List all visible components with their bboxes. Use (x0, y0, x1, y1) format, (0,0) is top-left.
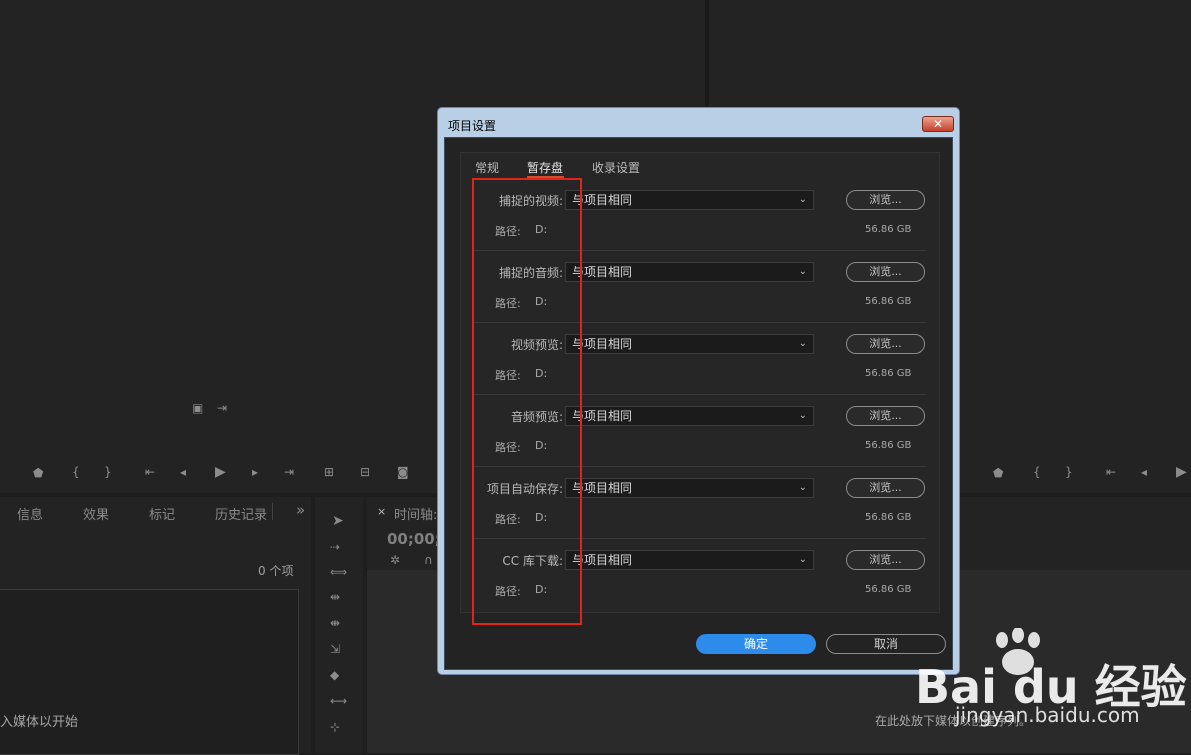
insert-icon[interactable]: ⊞ (324, 465, 334, 479)
audio-preview-size: 56.86 GB (865, 440, 912, 451)
export-frame-icon[interactable]: ▣ (192, 401, 203, 415)
rolling-edit-tool-icon[interactable]: ⇹ (330, 590, 340, 604)
close-icon: ✕ (932, 117, 944, 131)
tab-scratch-disks[interactable]: 暂存盘 (527, 159, 563, 176)
slide-tool-icon[interactable]: ⟷ (330, 694, 347, 708)
camera-icon[interactable]: ◙ (397, 465, 409, 479)
audio-preview-select[interactable]: 与项目相同 ⌄ (565, 406, 814, 426)
tab-ingest-settings[interactable]: 收录设置 (592, 159, 640, 176)
video-preview-select[interactable]: 与项目相同 ⌄ (565, 334, 814, 354)
captured-video-size: 56.86 GB (865, 224, 912, 235)
program-go-to-in-icon[interactable]: ⇤ (1106, 465, 1116, 479)
ok-button[interactable]: 确定 (696, 634, 816, 654)
audio-preview-browse-button[interactable]: 浏览... (846, 406, 925, 426)
chevron-down-icon: ⌄ (798, 194, 807, 205)
video-preview-browse-button[interactable]: 浏览... (846, 334, 925, 354)
step-forward-icon[interactable]: ▸ (252, 465, 258, 479)
captured-audio-size: 56.86 GB (865, 296, 912, 307)
mark-in-icon[interactable]: { (72, 465, 80, 479)
cc-library-size: 56.86 GB (865, 584, 912, 595)
settings-arrows-icon[interactable]: ⇥ (217, 401, 227, 415)
slip-tool-icon[interactable]: ◆ (330, 668, 339, 682)
auto-save-size: 56.86 GB (865, 512, 912, 523)
tab-markers[interactable]: 标记 (149, 504, 175, 523)
program-marker-icon[interactable]: ⬟ (993, 466, 1003, 480)
chevron-down-icon: ⌄ (798, 482, 807, 493)
go-to-out-icon[interactable]: ⇥ (284, 465, 294, 479)
selection-tool-icon[interactable]: ➤ (332, 513, 344, 529)
pen-tool-icon[interactable]: ⊹ (330, 720, 340, 734)
item-count: 0 个项 (258, 564, 294, 578)
tab-divider (272, 503, 273, 520)
highlight-annotation (472, 178, 582, 625)
marker-icon[interactable]: ⬟ (33, 466, 43, 480)
more-panels-icon[interactable]: » (296, 501, 305, 519)
auto-save-select[interactable]: 与项目相同 ⌄ (565, 478, 814, 498)
ripple-edit-tool-icon[interactable]: ⟺ (330, 565, 347, 579)
program-mark-out-icon[interactable]: } (1065, 465, 1073, 479)
chevron-down-icon: ⌄ (798, 554, 807, 565)
timeline-title[interactable]: 时间轴: (394, 504, 437, 523)
chevron-down-icon: ⌄ (798, 338, 807, 349)
tab-effects[interactable]: 效果 (83, 504, 109, 523)
program-mark-in-icon[interactable]: { (1033, 465, 1041, 479)
captured-video-select[interactable]: 与项目相同 ⌄ (565, 190, 814, 210)
step-back-icon[interactable]: ◂ (180, 465, 186, 479)
program-step-back-icon[interactable]: ◂ (1141, 465, 1147, 479)
cc-library-browse-button[interactable]: 浏览... (846, 550, 925, 570)
timecode[interactable]: 00;00; (387, 530, 441, 548)
overwrite-icon[interactable]: ⊟ (360, 465, 370, 479)
import-media-hint: 入媒体以开始 (0, 715, 79, 730)
tab-info[interactable]: 信息 (17, 504, 43, 523)
cc-library-select[interactable]: 与项目相同 ⌄ (565, 550, 814, 570)
captured-audio-browse-button[interactable]: 浏览... (846, 262, 925, 282)
tab-general[interactable]: 常规 (475, 159, 499, 176)
baidu-watermark-url: jingyan.baidu.com (955, 703, 1140, 727)
rate-stretch-tool-icon[interactable]: ⇼ (330, 616, 340, 630)
razor-tool-icon[interactable]: ⇲ (330, 642, 340, 656)
chevron-down-icon: ⌄ (798, 410, 807, 421)
media-list[interactable] (0, 589, 299, 755)
track-select-tool-icon[interactable]: ⇢ (330, 540, 340, 554)
video-preview-size: 56.86 GB (865, 368, 912, 379)
timeline-close-icon[interactable]: × (377, 505, 386, 518)
program-play-icon[interactable]: ▶ (1176, 464, 1187, 480)
snap-icon[interactable]: ✲ (390, 553, 400, 567)
linked-selection-icon[interactable]: ∩ (424, 553, 433, 567)
auto-save-browse-button[interactable]: 浏览... (846, 478, 925, 498)
go-to-in-icon[interactable]: ⇤ (145, 465, 155, 479)
dialog-title: 项目设置 (448, 119, 497, 133)
play-icon[interactable]: ▶ (215, 464, 226, 480)
close-button[interactable]: ✕ (922, 116, 954, 132)
chevron-down-icon: ⌄ (798, 266, 807, 277)
mark-out-icon[interactable]: } (104, 465, 112, 479)
captured-video-browse-button[interactable]: 浏览... (846, 190, 925, 210)
captured-audio-select[interactable]: 与项目相同 ⌄ (565, 262, 814, 282)
tab-history[interactable]: 历史记录 (215, 504, 267, 523)
